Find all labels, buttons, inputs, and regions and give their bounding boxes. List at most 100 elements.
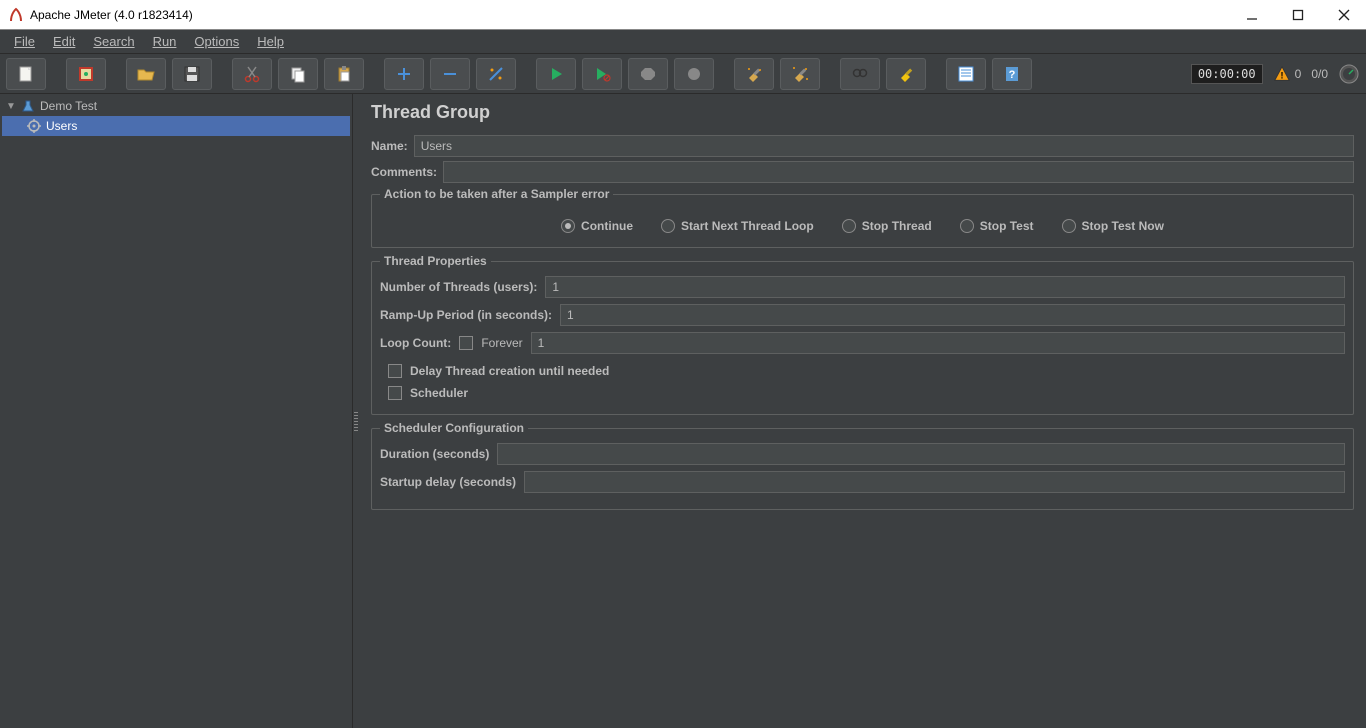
radio-start-next[interactable]: Start Next Thread Loop	[661, 219, 814, 233]
thread-properties-legend: Thread Properties	[380, 254, 491, 268]
copy-button[interactable]	[278, 58, 318, 90]
menu-options[interactable]: Options	[186, 31, 247, 52]
menubar: File Edit Search Run Options Help	[0, 30, 1366, 54]
minimize-button[interactable]	[1238, 5, 1266, 25]
save-button[interactable]	[172, 58, 212, 90]
menu-help[interactable]: Help	[249, 31, 292, 52]
gear-icon	[26, 118, 42, 134]
tree-node-label: Demo Test	[40, 99, 97, 113]
radio-icon	[960, 219, 974, 233]
duration-label: Duration (seconds)	[380, 447, 489, 461]
num-threads-input[interactable]	[545, 276, 1345, 298]
name-row: Name:	[371, 135, 1354, 157]
loop-count-row: Loop Count: Forever	[380, 332, 1345, 354]
stop-button[interactable]	[628, 58, 668, 90]
startup-delay-input[interactable]	[524, 471, 1345, 493]
ramp-up-input[interactable]	[560, 304, 1345, 326]
radio-icon	[561, 219, 575, 233]
tree-root-test-plan[interactable]: ▼ Demo Test	[2, 96, 350, 116]
search-tree-button[interactable]	[840, 58, 880, 90]
start-no-timers-button[interactable]	[582, 58, 622, 90]
delay-thread-row: Delay Thread creation until needed	[380, 360, 1345, 382]
cut-button[interactable]	[232, 58, 272, 90]
svg-text:?: ?	[1009, 69, 1016, 81]
radio-stop-test[interactable]: Stop Test	[960, 219, 1034, 233]
window-controls	[1238, 5, 1358, 25]
collapse-button[interactable]	[430, 58, 470, 90]
warning-count: 0	[1295, 67, 1302, 81]
templates-button[interactable]	[66, 58, 106, 90]
ramp-up-label: Ramp-Up Period (in seconds):	[380, 308, 552, 322]
app-icon	[8, 7, 24, 23]
content-panel: Thread Group Name: Comments: Action to b…	[359, 94, 1366, 728]
reset-search-button[interactable]	[886, 58, 926, 90]
num-threads-row: Number of Threads (users):	[380, 276, 1345, 298]
flask-icon	[20, 98, 36, 114]
forever-label: Forever	[481, 336, 522, 350]
thread-properties-fieldset: Thread Properties Number of Threads (use…	[371, 254, 1354, 415]
menu-search[interactable]: Search	[85, 31, 142, 52]
new-button[interactable]	[6, 58, 46, 90]
delay-thread-checkbox[interactable]	[388, 364, 402, 378]
menu-edit[interactable]: Edit	[45, 31, 83, 52]
radio-stop-test-now[interactable]: Stop Test Now	[1062, 219, 1164, 233]
maximize-button[interactable]	[1284, 5, 1312, 25]
warning-counter[interactable]: ! 0	[1273, 65, 1302, 83]
toggle-button[interactable]	[476, 58, 516, 90]
scheduler-label: Scheduler	[410, 386, 468, 400]
sampler-error-legend: Action to be taken after a Sampler error	[380, 187, 613, 201]
scheduler-row: Scheduler	[380, 382, 1345, 404]
function-helper-button[interactable]	[946, 58, 986, 90]
open-button[interactable]	[126, 58, 166, 90]
name-label: Name:	[371, 139, 408, 153]
gauge-icon	[1338, 63, 1360, 85]
radio-icon	[661, 219, 675, 233]
comments-row: Comments:	[371, 161, 1354, 183]
window-title: Apache JMeter (4.0 r1823414)	[30, 8, 1238, 22]
sampler-error-radios: Continue Start Next Thread Loop Stop Thr…	[380, 209, 1345, 237]
scheduler-checkbox[interactable]	[388, 386, 402, 400]
comments-label: Comments:	[371, 165, 437, 179]
menu-file[interactable]: File	[6, 31, 43, 52]
duration-row: Duration (seconds)	[380, 443, 1345, 465]
start-button[interactable]	[536, 58, 576, 90]
svg-text:!: !	[1280, 70, 1283, 80]
main-split: ▼ Demo Test Users Thread Group Name: Com…	[0, 94, 1366, 728]
toolbar: ? 00:00:00 ! 0 0/0	[0, 54, 1366, 94]
splitter[interactable]	[353, 94, 359, 728]
comments-input[interactable]	[443, 161, 1354, 183]
scheduler-config-legend: Scheduler Configuration	[380, 421, 528, 435]
threads-counter: 0/0	[1311, 67, 1328, 81]
name-input[interactable]	[414, 135, 1354, 157]
radio-stop-thread[interactable]: Stop Thread	[842, 219, 932, 233]
expand-button[interactable]	[384, 58, 424, 90]
help-button[interactable]: ?	[992, 58, 1032, 90]
timer-display: 00:00:00	[1191, 64, 1263, 84]
tree-toggle-icon[interactable]: ▼	[6, 101, 16, 112]
num-threads-label: Number of Threads (users):	[380, 280, 537, 294]
radio-icon	[842, 219, 856, 233]
ramp-up-row: Ramp-Up Period (in seconds):	[380, 304, 1345, 326]
startup-delay-row: Startup delay (seconds)	[380, 471, 1345, 493]
tree-node-label: Users	[46, 119, 77, 133]
paste-button[interactable]	[324, 58, 364, 90]
delay-thread-label: Delay Thread creation until needed	[410, 364, 609, 378]
tree-node-thread-group[interactable]: Users	[2, 116, 350, 136]
radio-continue[interactable]: Continue	[561, 219, 633, 233]
sampler-error-fieldset: Action to be taken after a Sampler error…	[371, 187, 1354, 248]
radio-icon	[1062, 219, 1076, 233]
panel-title: Thread Group	[371, 102, 1354, 123]
clear-button[interactable]	[734, 58, 774, 90]
close-button[interactable]	[1330, 5, 1358, 25]
duration-input[interactable]	[497, 443, 1345, 465]
toolbar-status: 00:00:00 ! 0 0/0	[1191, 63, 1360, 85]
shutdown-button[interactable]	[674, 58, 714, 90]
window-titlebar: Apache JMeter (4.0 r1823414)	[0, 0, 1366, 30]
loop-count-label: Loop Count:	[380, 336, 451, 350]
clear-all-button[interactable]	[780, 58, 820, 90]
loop-count-input[interactable]	[531, 332, 1345, 354]
scheduler-config-fieldset: Scheduler Configuration Duration (second…	[371, 421, 1354, 510]
tree-panel: ▼ Demo Test Users	[0, 94, 353, 728]
forever-checkbox[interactable]	[459, 336, 473, 350]
menu-run[interactable]: Run	[145, 31, 185, 52]
